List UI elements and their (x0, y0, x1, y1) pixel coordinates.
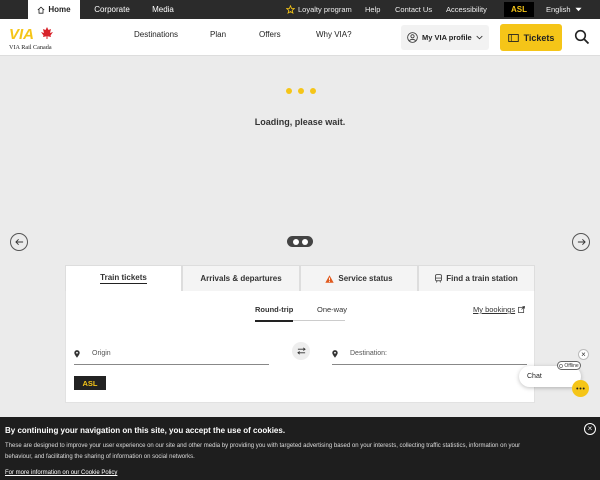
help-label: Help (365, 5, 381, 14)
chat-label: Chat (527, 373, 542, 380)
booking-tabs: Train tickets Arrivals & departures Serv… (65, 265, 535, 291)
destination-placeholder: Destination: (350, 350, 387, 357)
chevron-down-icon (476, 35, 483, 40)
my-bookings-label: My bookings (473, 305, 516, 314)
ellipsis-icon (576, 387, 585, 390)
round-trip-toggle[interactable]: Round-trip (255, 305, 293, 314)
carousel-next-button[interactable] (572, 233, 590, 251)
external-link-icon (518, 306, 526, 313)
tab-home[interactable]: Home (28, 0, 80, 19)
nav-offers-label: Offers (259, 30, 281, 39)
location-pin-icon (74, 349, 80, 358)
user-icon (407, 32, 418, 43)
nav-offers[interactable]: Offers (259, 30, 281, 39)
asl-booking-label: ASL (82, 378, 98, 388)
via-rail-logo[interactable]: VIA VIA Rail Canada (9, 25, 64, 51)
tab-corporate[interactable]: Corporate (86, 0, 138, 19)
help-link[interactable]: Help (365, 0, 380, 19)
tab-corporate-label: Corporate (94, 5, 130, 14)
tab-service-status-label: Service status (338, 274, 393, 283)
language-selector[interactable]: English (546, 0, 582, 19)
tab-train-tickets-label: Train tickets (100, 273, 147, 284)
nav-destinations[interactable]: Destinations (134, 30, 178, 39)
main-header: VIA VIA Rail Canada Destinations Plan Of… (0, 19, 600, 56)
tab-find-station-label: Find a train station (446, 274, 518, 283)
nav-plan[interactable]: Plan (210, 30, 226, 39)
loading-dots (286, 88, 316, 94)
one-way-toggle[interactable]: One-way (317, 305, 347, 314)
loading-text: Loading, please wait. (254, 117, 346, 127)
tab-train-tickets[interactable]: Train tickets (65, 265, 182, 291)
utility-bar: Home Corporate Media Loyalty program Hel… (0, 0, 600, 19)
train-icon (435, 274, 443, 283)
asl-top-label: ASL (511, 5, 527, 14)
booking-panel: Round-trip One-way My bookings Origin De… (65, 291, 535, 403)
cookie-title: By continuing your navigation on this si… (5, 426, 286, 435)
loading-dot (286, 88, 292, 94)
tab-media-label: Media (152, 5, 174, 14)
accessibility-link[interactable]: Accessibility (446, 0, 487, 19)
tab-find-station[interactable]: Find a train station (418, 265, 535, 291)
carousel-pager[interactable] (287, 236, 313, 247)
profile-label: My VIA profile (422, 33, 472, 42)
loyalty-link[interactable]: Loyalty program (286, 0, 352, 19)
swap-stations-button[interactable] (292, 342, 310, 360)
round-trip-label: Round-trip (255, 305, 294, 314)
nav-why-via-label: Why VIA? (316, 30, 352, 39)
loading-dot (298, 88, 304, 94)
cookie-close-button[interactable]: × (584, 423, 596, 435)
arrow-right-icon (577, 238, 586, 246)
nav-why-via[interactable]: Why VIA? (316, 30, 352, 39)
asl-top-button[interactable]: ASL (504, 2, 534, 17)
contact-label: Contact Us (395, 5, 433, 14)
destination-field[interactable]: Destination: (332, 343, 527, 365)
chat-launcher-button[interactable] (572, 380, 589, 397)
svg-text:VIA: VIA (9, 26, 34, 43)
cookie-policy-link[interactable]: For more information on our Cookie Polic… (5, 470, 117, 476)
tickets-label: Tickets (523, 32, 555, 43)
home-icon (37, 6, 45, 14)
loading-dot (310, 88, 316, 94)
tab-home-label: Home (48, 5, 71, 14)
origin-placeholder: Origin (92, 350, 111, 357)
pager-dot[interactable] (292, 238, 299, 245)
my-bookings-link[interactable]: My bookings (473, 305, 526, 314)
search-icon[interactable] (574, 29, 590, 45)
nav-plan-label: Plan (210, 30, 227, 39)
caret-down-icon (575, 7, 582, 12)
cookie-banner: By continuing your navigation on this si… (0, 417, 600, 480)
loyalty-label: Loyalty program (298, 5, 352, 14)
one-way-label: One-way (317, 305, 348, 314)
nav-destinations-label: Destinations (134, 30, 179, 39)
accessibility-label: Accessibility (446, 5, 487, 14)
chat-status-badge: Offline (557, 361, 581, 370)
chat-status-label: Offline (564, 362, 579, 369)
trip-type-active-indicator (255, 320, 293, 322)
contact-link[interactable]: Contact Us (395, 0, 432, 19)
swap-icon (296, 347, 306, 355)
pager-dot[interactable] (301, 238, 308, 245)
ticket-icon (507, 33, 519, 42)
chat-close-button[interactable]: × (578, 349, 589, 360)
origin-field[interactable]: Origin (74, 343, 269, 365)
tab-media[interactable]: Media (143, 0, 183, 19)
star-icon (286, 5, 295, 14)
carousel-prev-button[interactable] (10, 233, 28, 251)
asl-booking-button[interactable]: ASL (74, 376, 106, 390)
tab-arrivals-departures[interactable]: Arrivals & departures (182, 265, 300, 291)
tickets-button[interactable]: Tickets (500, 24, 562, 51)
arrow-left-icon (14, 238, 23, 246)
logo-text: VIA Rail Canada (9, 44, 52, 51)
tab-service-status[interactable]: Service status (300, 265, 418, 291)
tab-arrivals-label: Arrivals & departures (200, 274, 282, 283)
my-via-profile-button[interactable]: My VIA profile (401, 25, 489, 50)
offline-icon (559, 363, 564, 368)
language-label: English (546, 5, 571, 14)
warning-icon (325, 274, 335, 283)
cookie-body: These are designed to improve your user … (5, 443, 521, 460)
location-pin-icon (332, 349, 338, 358)
